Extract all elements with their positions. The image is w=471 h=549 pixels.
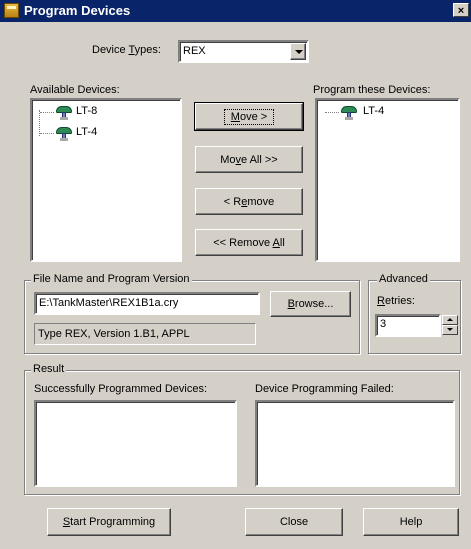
- remove-button[interactable]: < Remove: [195, 188, 303, 215]
- device-types-label: Device Types:: [92, 44, 161, 56]
- file-path-value: E:\TankMaster\REX1B1a.cry: [39, 297, 179, 309]
- close-window-button[interactable]: ×: [453, 3, 469, 17]
- file-path-input[interactable]: E:\TankMaster\REX1B1a.cry: [34, 292, 260, 315]
- device-icon: [341, 104, 357, 120]
- device-icon: [56, 125, 72, 141]
- start-programming-button[interactable]: Start Programming: [47, 508, 171, 536]
- window-title: Program Devices: [24, 3, 131, 18]
- tree-item-label: LT-4: [363, 105, 385, 117]
- file-group-label: File Name and Program Version: [31, 273, 192, 285]
- spin-down-icon[interactable]: [442, 325, 458, 335]
- title-bar: Program Devices ×: [0, 0, 471, 22]
- advanced-group-label: Advanced: [377, 273, 430, 285]
- chevron-down-icon[interactable]: [290, 43, 306, 60]
- close-button[interactable]: Close: [245, 508, 343, 536]
- device-icon: [56, 104, 72, 120]
- tree-item-label: LT-8: [76, 105, 98, 117]
- spin-up-icon[interactable]: [442, 315, 458, 325]
- retries-input[interactable]: 3: [375, 314, 441, 337]
- result-group-label: Result: [31, 363, 67, 375]
- success-devices-list[interactable]: [34, 400, 237, 487]
- failed-devices-label: Device Programming Failed:: [255, 383, 394, 395]
- success-devices-label: Successfully Programmed Devices:: [34, 383, 208, 395]
- available-devices-label: Available Devices:: [30, 84, 120, 96]
- retries-value: 3: [380, 318, 387, 330]
- tree-item-label: LT-4: [76, 126, 98, 138]
- device-types-value: REX: [183, 45, 206, 57]
- move-all-button[interactable]: Move All >>: [195, 146, 303, 173]
- app-icon: [4, 3, 19, 18]
- program-devices-tree[interactable]: LT-4: [315, 98, 460, 262]
- browse-button[interactable]: Browse...: [270, 291, 351, 317]
- remove-all-button[interactable]: << Remove All: [195, 229, 303, 256]
- device-types-select[interactable]: REX: [178, 40, 309, 63]
- help-button[interactable]: Help: [363, 508, 459, 536]
- program-devices-label: Program these Devices:: [313, 84, 431, 96]
- failed-devices-list[interactable]: [255, 400, 455, 487]
- move-button[interactable]: Move >: [194, 102, 304, 131]
- available-devices-tree[interactable]: LT-8 LT-4: [30, 98, 182, 262]
- program-version-field: Type REX, Version 1.B1, APPL: [34, 323, 256, 345]
- retries-label: Retries:: [377, 295, 415, 307]
- program-version-value: Type REX, Version 1.B1, APPL: [38, 328, 190, 340]
